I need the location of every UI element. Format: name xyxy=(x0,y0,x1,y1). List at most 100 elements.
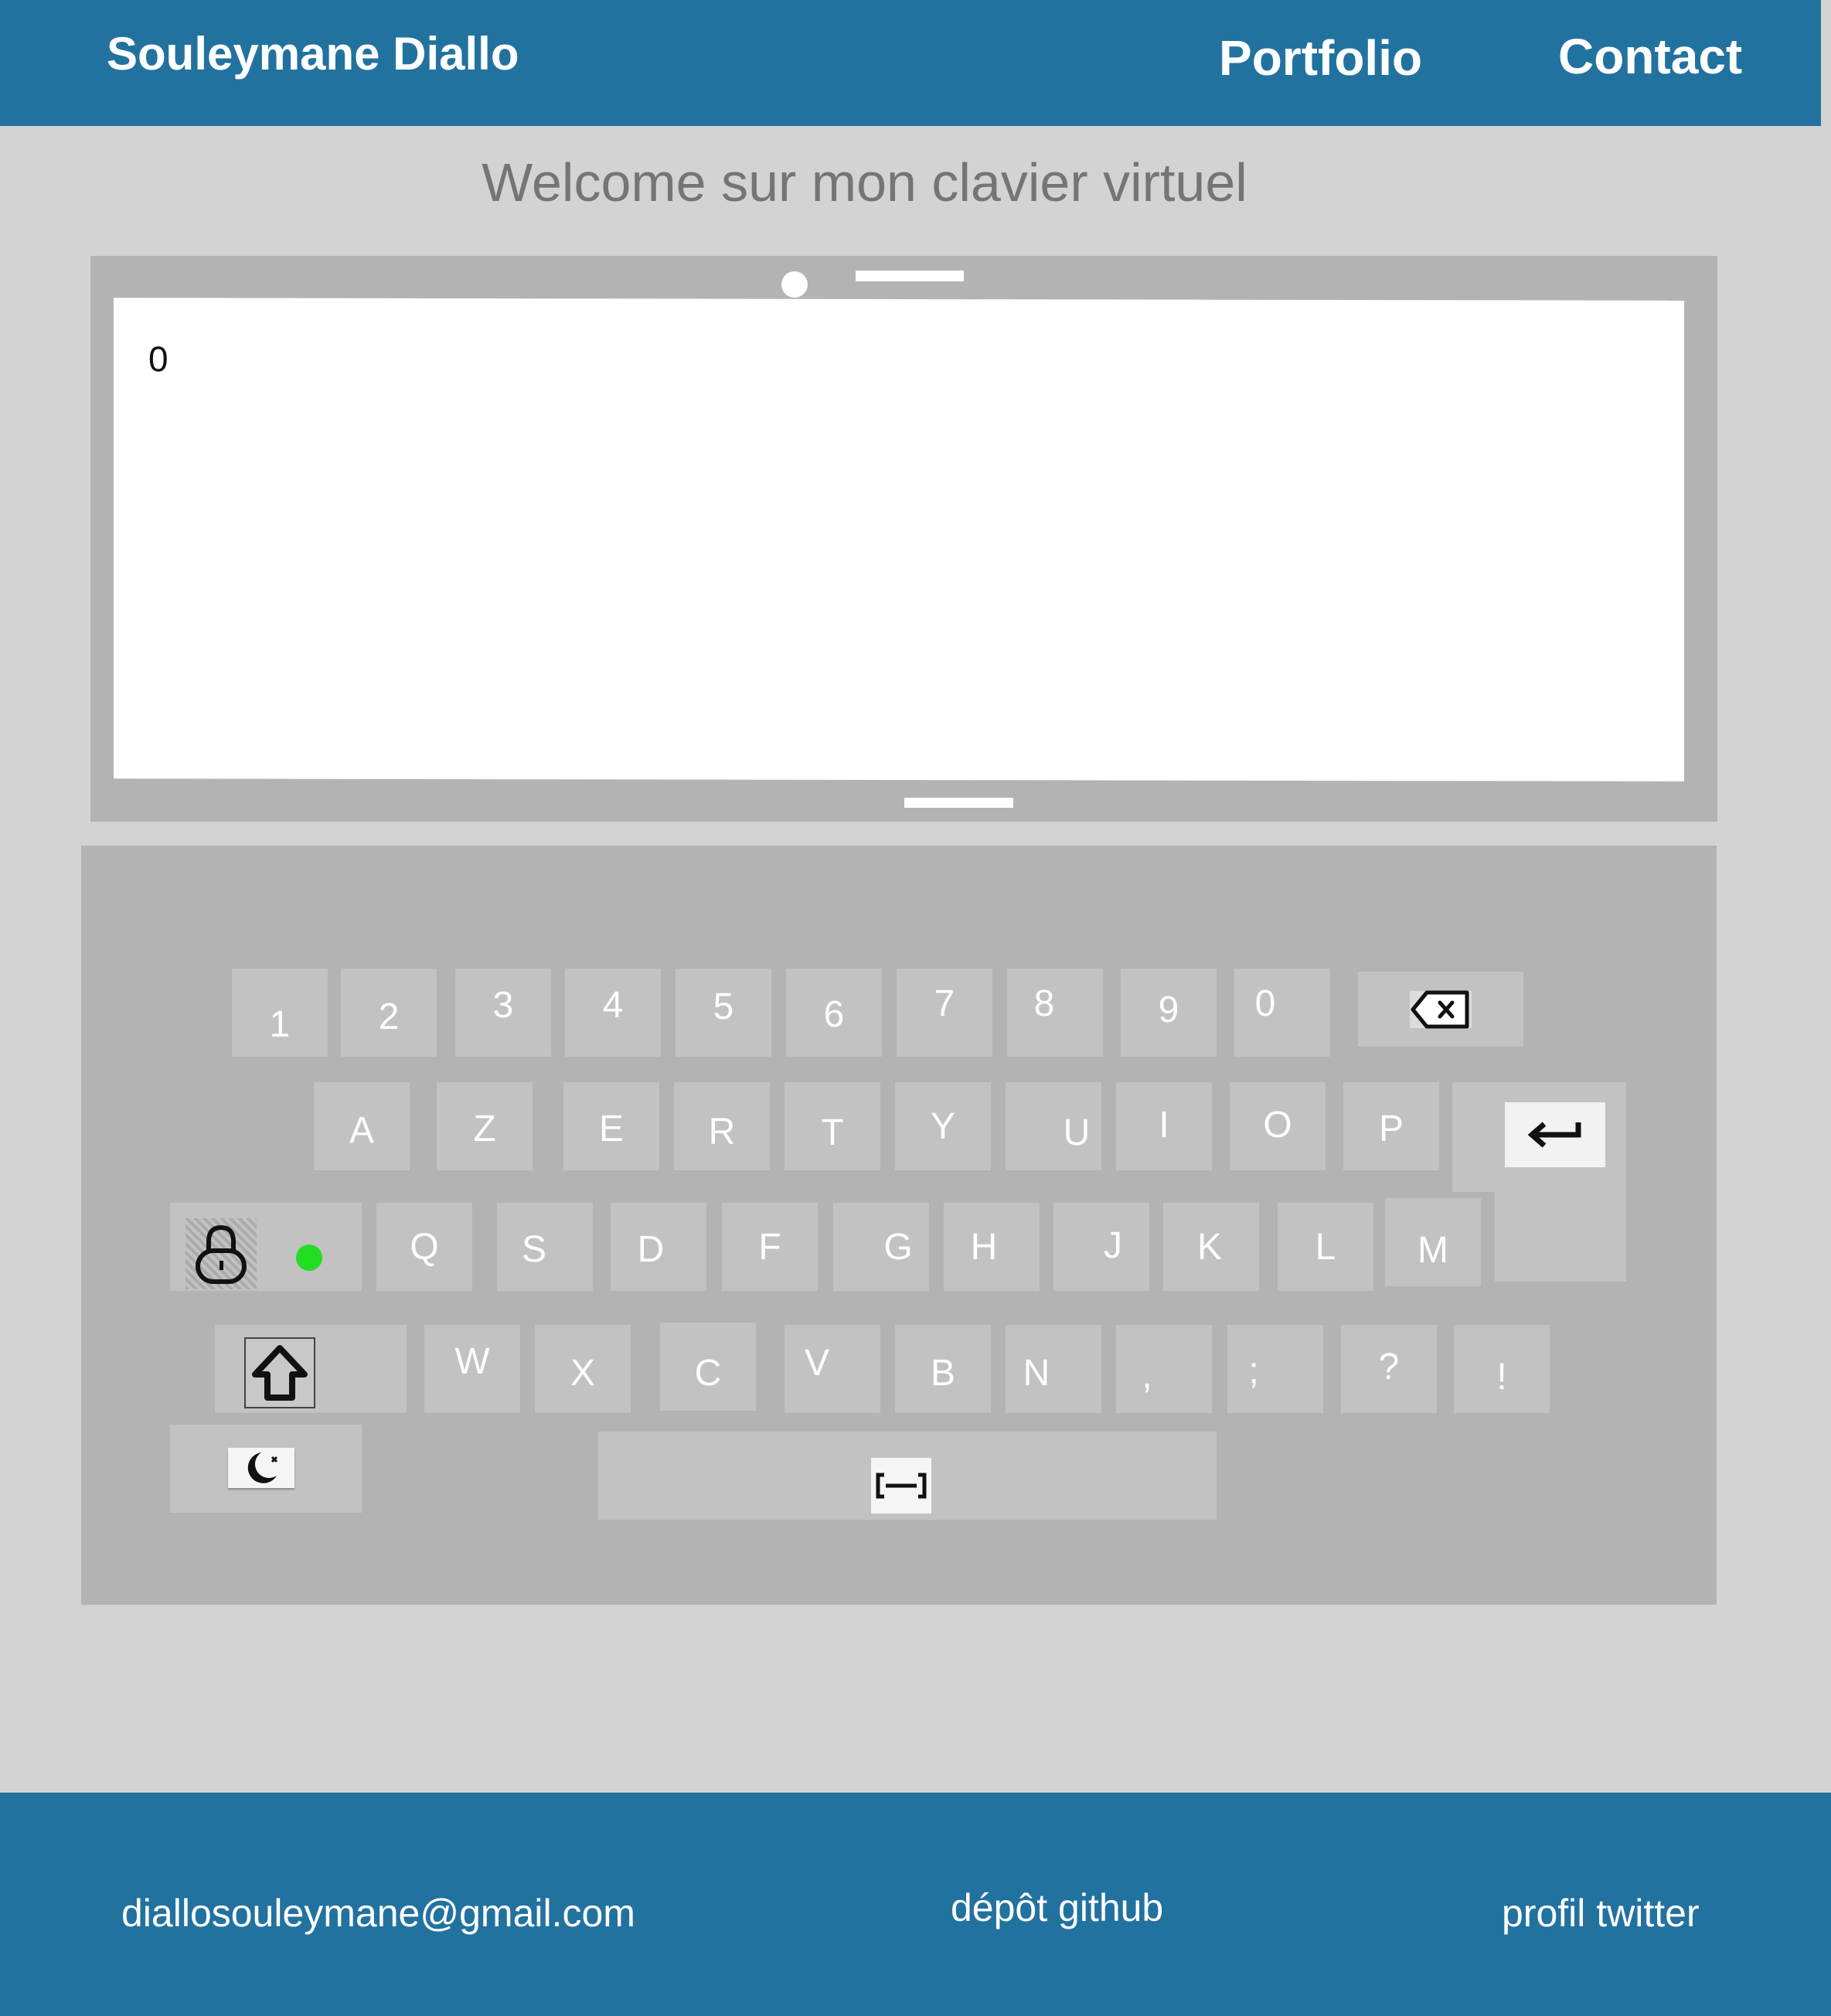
capslock-indicator xyxy=(296,1245,322,1271)
backspace-icon xyxy=(1410,990,1472,1028)
key-comma[interactable]: , xyxy=(1116,1325,1212,1413)
site-footer: diallosouleymane@gmail.com dépôt github … xyxy=(0,1793,1831,2016)
enter-icon xyxy=(1505,1102,1605,1167)
shift-icon xyxy=(252,1345,308,1401)
key-p[interactable]: P xyxy=(1343,1082,1439,1170)
key-label: O xyxy=(1263,1104,1292,1146)
capslock-key[interactable] xyxy=(170,1203,362,1291)
key-9[interactable]: 9 xyxy=(1121,969,1217,1057)
key-y[interactable]: Y xyxy=(895,1082,991,1170)
key-label: Y xyxy=(930,1105,955,1147)
backspace-key[interactable] xyxy=(1358,972,1523,1047)
key-6[interactable]: 6 xyxy=(786,969,882,1057)
key-3[interactable]: 3 xyxy=(455,969,551,1057)
key-label: D xyxy=(637,1228,665,1270)
space-icon xyxy=(876,1473,927,1499)
key-k[interactable]: K xyxy=(1163,1203,1259,1291)
key-f[interactable]: F xyxy=(722,1203,818,1291)
display-text: 0 xyxy=(148,339,168,380)
key-label: Q xyxy=(410,1226,439,1268)
key-label: E xyxy=(598,1108,624,1149)
key-label: S xyxy=(521,1228,546,1270)
space-icon-box xyxy=(871,1458,931,1514)
speaker-bar-bottom xyxy=(904,798,1013,808)
key-q[interactable]: Q xyxy=(376,1203,472,1291)
key-1[interactable]: 1 xyxy=(232,969,328,1057)
key-label: X xyxy=(570,1352,595,1394)
key-label: 9 xyxy=(1158,989,1179,1030)
key-i[interactable]: I xyxy=(1116,1082,1212,1170)
key-label: M xyxy=(1417,1229,1448,1271)
nav-portfolio[interactable]: Portfolio xyxy=(1219,29,1422,87)
key-e[interactable]: E xyxy=(563,1082,659,1170)
key-label: C xyxy=(694,1352,722,1394)
key-label: R xyxy=(708,1111,736,1153)
key-c[interactable]: C xyxy=(660,1323,756,1411)
enter-arrow-icon xyxy=(1527,1122,1581,1148)
key-label: 3 xyxy=(492,984,514,1026)
key-label: 6 xyxy=(823,993,845,1035)
key-5[interactable]: 5 xyxy=(676,969,771,1057)
site-header: Souleymane Diallo Portfolio Contact xyxy=(0,0,1821,126)
text-display[interactable]: 0 xyxy=(114,298,1684,782)
key-label: V xyxy=(804,1342,829,1384)
key-v[interactable]: V xyxy=(784,1325,880,1413)
key-m[interactable]: M xyxy=(1385,1198,1481,1286)
key-label: Z xyxy=(473,1108,496,1149)
key-2[interactable]: 2 xyxy=(341,969,437,1057)
key-g[interactable]: G xyxy=(833,1203,929,1291)
enter-key[interactable] xyxy=(1452,1082,1626,1192)
nav-contact[interactable]: Contact xyxy=(1558,28,1742,85)
key-x[interactable]: X xyxy=(535,1325,631,1413)
key-label: L xyxy=(1315,1226,1336,1268)
key-label: 1 xyxy=(269,1003,291,1045)
key-question[interactable]: ? xyxy=(1341,1325,1437,1413)
key-u[interactable]: U xyxy=(1006,1082,1101,1170)
key-label: I xyxy=(1159,1104,1169,1146)
space-key[interactable] xyxy=(598,1432,1217,1520)
key-label: 4 xyxy=(602,984,624,1026)
key-s[interactable]: S xyxy=(497,1203,593,1291)
key-label: F xyxy=(758,1226,781,1268)
key-label: N xyxy=(1023,1352,1050,1394)
key-7[interactable]: 7 xyxy=(897,969,992,1057)
shift-icon-box xyxy=(244,1337,315,1408)
enter-key-lower[interactable] xyxy=(1495,1190,1626,1282)
key-t[interactable]: T xyxy=(784,1082,880,1170)
key-a[interactable]: A xyxy=(314,1082,410,1170)
device-screen-frame: 0 xyxy=(90,256,1717,822)
key-w[interactable]: W xyxy=(424,1325,520,1413)
footer-twitter-link[interactable]: profil twitter xyxy=(1502,1891,1700,1936)
footer-email-link[interactable]: diallosouleymane@gmail.com xyxy=(121,1891,635,1936)
key-label: , xyxy=(1142,1354,1152,1396)
key-exclamation[interactable]: ! xyxy=(1454,1325,1550,1413)
key-r[interactable]: R xyxy=(674,1082,770,1170)
key-j[interactable]: J xyxy=(1053,1203,1149,1291)
key-8[interactable]: 8 xyxy=(1007,969,1103,1057)
key-b[interactable]: B xyxy=(895,1325,991,1413)
key-label: B xyxy=(930,1352,955,1394)
key-0[interactable]: 0 xyxy=(1234,969,1330,1057)
page-title: Welcome sur mon clavier virtuel xyxy=(482,152,1247,213)
key-semicolon[interactable]: ; xyxy=(1227,1325,1323,1413)
key-label: 8 xyxy=(1033,982,1055,1024)
shift-key[interactable] xyxy=(215,1325,407,1413)
theme-icon-box xyxy=(228,1448,294,1488)
key-label: A xyxy=(349,1109,374,1151)
theme-toggle-key[interactable] xyxy=(170,1425,362,1513)
key-o[interactable]: O xyxy=(1230,1082,1326,1170)
key-label: ; xyxy=(1248,1350,1259,1391)
key-4[interactable]: 4 xyxy=(565,969,661,1057)
key-label: 0 xyxy=(1254,982,1276,1024)
lock-icon xyxy=(196,1224,247,1284)
key-z[interactable]: Z xyxy=(437,1082,533,1170)
key-label: G xyxy=(883,1226,913,1268)
site-brand[interactable]: Souleymane Diallo xyxy=(107,27,519,80)
key-label: 2 xyxy=(378,996,400,1037)
footer-github-link[interactable]: dépôt github xyxy=(951,1885,1163,1930)
key-h[interactable]: H xyxy=(944,1203,1040,1291)
key-l[interactable]: L xyxy=(1278,1203,1373,1291)
capslock-icon-bg xyxy=(185,1218,257,1289)
key-n[interactable]: N xyxy=(1006,1325,1101,1413)
key-d[interactable]: D xyxy=(611,1203,706,1291)
